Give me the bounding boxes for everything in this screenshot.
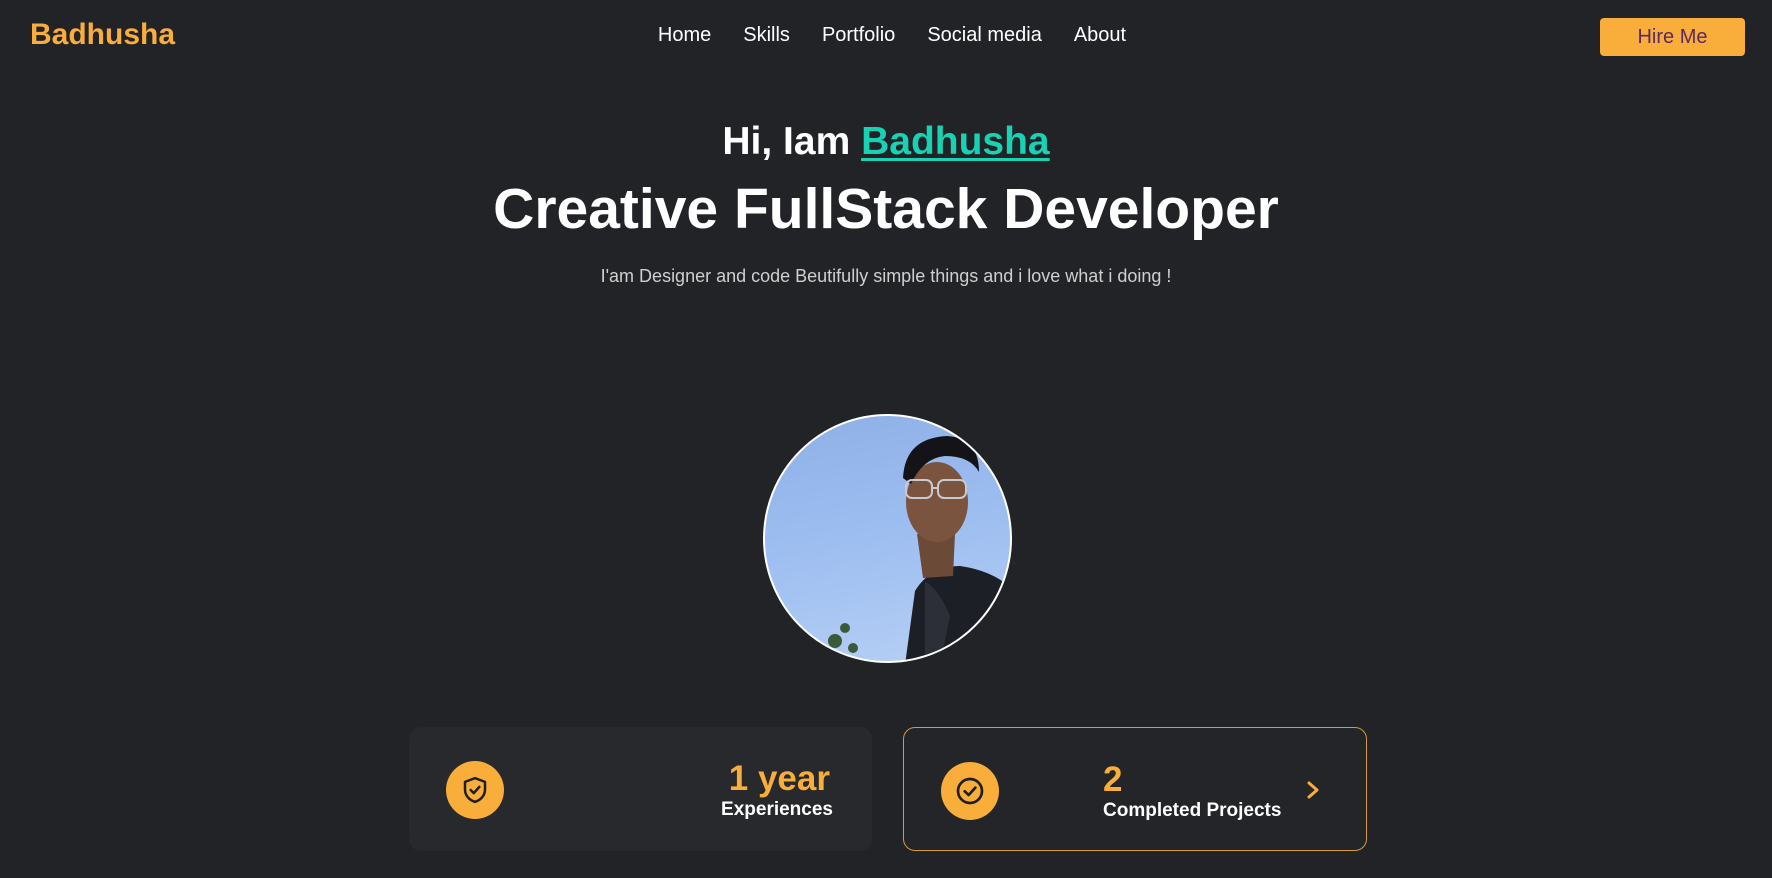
experience-card: 1 year Experiences (409, 727, 872, 851)
nav-portfolio[interactable]: Portfolio (822, 24, 895, 47)
portfolio-page: Badhusha Home Skills Portfolio Social me… (0, 0, 1772, 878)
nav-about[interactable]: About (1074, 24, 1126, 47)
shield-check-icon (446, 761, 504, 819)
hero-headline: Creative FullStack Developer (493, 177, 1279, 241)
nav-home[interactable]: Home (658, 24, 711, 47)
experience-value: 1 year (728, 759, 830, 798)
projects-value: 2 (1103, 760, 1123, 799)
greeting-prefix: Hi, Iam (722, 120, 851, 163)
check-circle-icon (941, 762, 999, 820)
hero-section: Hi, Iam Badhusha Creative FullStack Deve… (0, 120, 1772, 287)
main-nav: Home Skills Portfolio Social media About (0, 24, 1772, 47)
chevron-right-icon[interactable] (1302, 778, 1324, 802)
nav-skills[interactable]: Skills (743, 24, 790, 47)
projects-label: Completed Projects (1103, 800, 1282, 821)
projects-card[interactable]: 2 Completed Projects (903, 727, 1367, 851)
profile-photo (821, 436, 1010, 661)
hire-me-button[interactable]: Hire Me (1600, 18, 1745, 56)
foliage-decoration (821, 623, 858, 661)
experience-label: Experiences (721, 799, 833, 820)
nav-social-media[interactable]: Social media (927, 24, 1042, 47)
hero-greeting: Hi, Iam Badhusha (0, 120, 1772, 164)
hero-tagline: I'am Designer and code Beutifully simple… (600, 266, 1172, 286)
hero-name-link[interactable]: Badhusha (861, 120, 1050, 163)
profile-avatar (763, 414, 1012, 663)
